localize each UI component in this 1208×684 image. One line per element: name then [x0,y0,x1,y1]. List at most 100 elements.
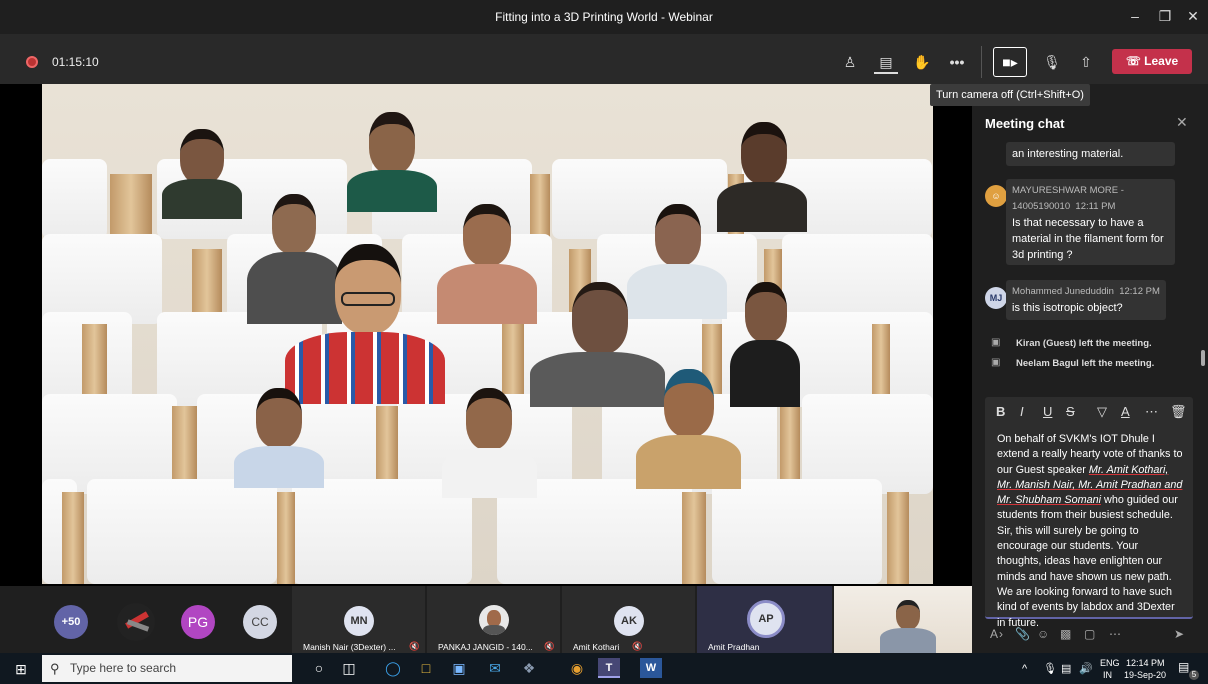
search-placeholder: Type here to search [70,661,177,675]
participant-video [347,112,437,212]
chat-icon[interactable]: ▤ [874,50,898,74]
participant-video [437,204,537,324]
tile-name: PANKAJ JANGID - 140... [438,642,533,652]
store-icon[interactable]: ▣ [448,658,470,678]
camera-icon: ■▸ [1002,54,1018,70]
title-bar: Fitting into a 3D Printing World - Webin… [0,0,1208,34]
clock-date[interactable]: 19-Sep-20 [1124,670,1166,680]
avatar[interactable]: PG [181,605,215,639]
together-mode-scene [42,84,933,584]
font-color-icon[interactable]: A [1121,404,1130,419]
toolbar-divider [981,46,982,78]
window-title: Fitting into a 3D Printing World - Webin… [495,10,713,24]
sticker-icon[interactable]: ▢ [1084,627,1095,641]
edge-icon[interactable]: ◯ [382,658,404,678]
leave-label: Leave [1144,54,1179,68]
chat-message: MAYURESHWAR MORE - 14005190010 12:11 PM … [1006,179,1175,265]
close-chat-icon[interactable]: ✕ [1176,114,1188,131]
clock-time[interactable]: 12:14 PM [1126,658,1165,668]
system-event: Neelam Bagul left the meeting. [1016,358,1155,369]
message-meta: MAYURESHWAR MORE - 14005190010 12:11 PM [1012,185,1124,212]
gif-icon[interactable]: ▩ [1060,627,1071,641]
leave-button[interactable]: ☏ Leave [1112,49,1192,74]
camera-button[interactable]: ■▸ [993,47,1027,77]
chrome-icon[interactable]: ◉ [566,658,588,678]
participants-icon[interactable]: ♙ [838,50,862,74]
participant-video [162,129,242,219]
participant-video [285,244,445,404]
file-explorer-icon[interactable]: □ [415,658,437,678]
search-icon: ⚲ [50,661,60,676]
mail-icon[interactable]: ✉ [484,658,506,678]
attach-icon[interactable]: 📎 [1015,627,1030,641]
participant-tile[interactable]: MN Manish Nair (3Dexter) ... 🔇 [292,586,425,653]
tile-name: Manish Nair (3Dexter) ... [303,642,396,652]
maximize-icon[interactable]: ❐ [1156,8,1174,25]
close-icon[interactable]: ✕ [1184,8,1202,25]
meeting-timer: 01:15:10 [52,55,99,69]
underline-icon[interactable]: U [1043,404,1052,419]
teams-icon[interactable]: T [598,658,620,678]
participant-tile[interactable]: PANKAJ JANGID - 140... 🔇 [427,586,560,653]
volume-icon[interactable]: 🔊 [1079,662,1093,675]
word-icon[interactable]: W [640,658,662,678]
chat-scrollbar[interactable] [1201,350,1205,366]
avatar[interactable]: CC [243,605,277,639]
chat-title: Meeting chat [985,116,1065,131]
more-actions-icon[interactable]: ••• [945,50,969,74]
mic-muted-icon[interactable]: 🎙 [1040,50,1064,74]
chat-message-partial: an interesting material. [1006,142,1175,166]
more-options-icon[interactable]: ⋯ [1109,627,1121,641]
camera-tooltip: Turn camera off (Ctrl+Shift+O) [930,84,1090,106]
delete-icon[interactable]: 🗑 [1170,404,1187,420]
tray-overflow-icon[interactable]: ^ [1022,663,1027,675]
participant-video [234,388,324,488]
taskbar-search[interactable]: Type here to search [42,655,292,682]
self-video-tile[interactable] [834,586,972,653]
tile-name: Amit Pradhan [708,642,760,652]
participant-video [442,388,537,498]
task-view-icon[interactable]: ◫ [338,658,360,678]
meeting-left-icon: ▣ [991,337,1001,348]
microphone-icon[interactable]: 🎙 [1043,662,1057,675]
avatar: AP [747,600,785,638]
mic-muted-icon: 🔇 [409,641,420,651]
compose-text[interactable]: On behalf of SVKM's IOT Dhule I extend a… [997,432,1183,631]
strikethrough-icon[interactable]: S [1066,404,1075,419]
message-text: an interesting material. [1012,148,1124,160]
mic-muted-icon: 🔇 [632,641,643,651]
italic-icon[interactable]: I [1020,404,1024,419]
language-indicator[interactable]: ENG [1100,658,1120,668]
overflow-count[interactable]: +50 [54,605,88,639]
highlight-icon[interactable]: ▽ [1097,404,1107,420]
tile-name: Amit Kothari [573,642,620,652]
app-icon[interactable]: ❖ [518,658,540,678]
avatar: ☺ [985,185,1007,207]
send-icon[interactable]: ➤ [1174,627,1184,641]
participant-tile[interactable]: AP Amit Pradhan [697,586,832,653]
bold-icon[interactable]: B [996,404,1005,419]
system-event: Kiran (Guest) left the meeting. [1016,338,1152,349]
message-text: Is that necessary to have a material in … [1012,217,1164,261]
chat-message: Mohammed Juneduddin 12:12 PM is this iso… [1006,280,1166,320]
avatar: AK [614,606,644,636]
windows-start-icon[interactable]: ⊞ [10,659,32,679]
avatar [479,605,509,635]
meeting-left-icon: ▣ [991,357,1001,368]
cortana-icon[interactable]: ○ [308,658,330,678]
share-screen-icon[interactable]: ⇧ [1074,50,1098,74]
message-text: is this isotropic object? [1012,302,1123,314]
more-format-icon[interactable]: ⋯ [1145,404,1158,420]
mic-muted-icon: 🔇 [544,641,555,651]
notification-icon[interactable]: ▤ [1178,660,1189,674]
network-icon[interactable]: ▤ [1061,662,1071,675]
region-indicator: IN [1103,670,1112,680]
participant-video [636,369,741,489]
recording-icon [26,56,38,68]
minimize-icon[interactable]: – [1126,8,1144,24]
format-icon[interactable]: A › [990,627,1003,641]
participant-tile[interactable]: AK Amit Kothari 🔇 [562,586,695,653]
emoji-icon[interactable]: ☺ [1037,627,1049,641]
raise-hand-icon[interactable]: ✋ [910,50,934,74]
avatar[interactable] [117,603,155,641]
